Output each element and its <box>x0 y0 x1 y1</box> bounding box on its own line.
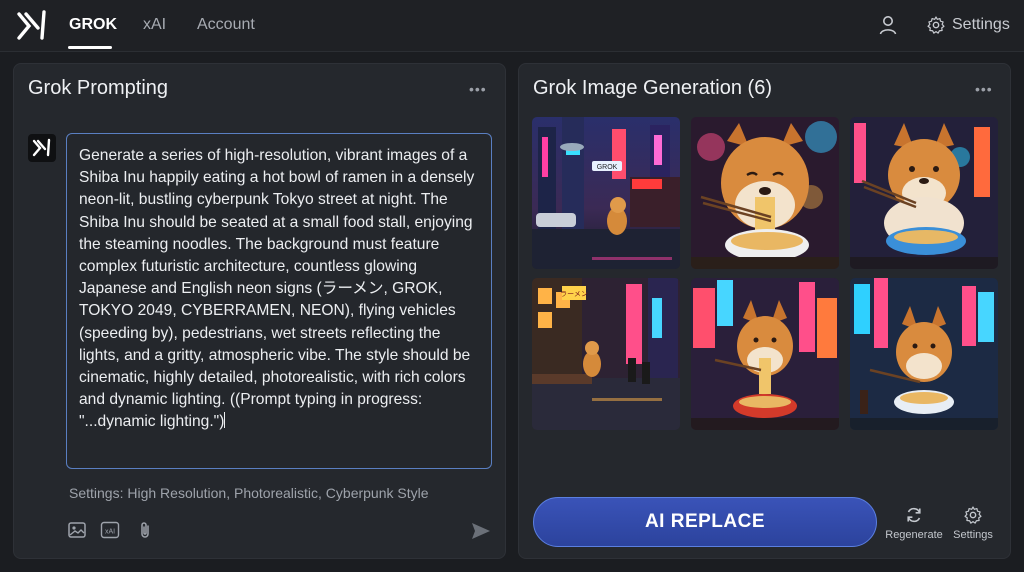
avatar <box>28 134 56 162</box>
panel-title: Grok Prompting <box>28 77 169 99</box>
active-tab-indicator <box>68 46 112 49</box>
more-options-icon[interactable]: ••• <box>469 82 487 96</box>
user-icon[interactable] <box>876 13 900 37</box>
tab-xai[interactable]: xAI <box>143 16 166 34</box>
top-bar: GROK xAI Account Settings <box>0 0 1024 52</box>
gear-icon <box>964 506 982 524</box>
shiba-blue-bowl-image <box>850 117 998 269</box>
svg-text:GROK: GROK <box>597 164 618 171</box>
send-icon[interactable] <box>470 520 492 542</box>
image-icon[interactable] <box>67 520 87 540</box>
shiba-ramen-closeup-image <box>691 117 839 269</box>
generated-image[interactable]: ラーメン <box>532 278 680 430</box>
panel-title: Grok Image Generation (6) <box>533 77 772 99</box>
settings-summary: Settings: High Resolution, Photorealisti… <box>69 485 429 501</box>
shiba-street-stall-image: GROK <box>532 117 680 269</box>
shiba-red-bowl-image <box>691 278 839 430</box>
regenerate-button[interactable]: Regenerate <box>883 505 945 541</box>
prompt-text: Generate a series of high-resolution, vi… <box>79 147 479 431</box>
svg-text:ラーメン: ラーメン <box>560 290 588 298</box>
generated-image[interactable] <box>691 117 839 269</box>
refresh-icon <box>907 507 921 523</box>
tab-grok[interactable]: GROK <box>69 16 117 34</box>
regenerate-label: Regenerate <box>885 529 943 541</box>
svg-text:xAI: xAI <box>105 529 115 536</box>
settings-button[interactable]: Settings <box>926 13 1010 37</box>
prompt-input[interactable]: Generate a series of high-resolution, vi… <box>66 133 492 469</box>
generated-image[interactable]: GROK <box>532 117 680 269</box>
paperclip-icon[interactable] <box>135 520 155 540</box>
settings-label: Settings <box>952 16 1010 33</box>
xai-logo-icon[interactable] <box>16 10 48 40</box>
ai-replace-button[interactable]: AI REPLACE <box>533 497 877 547</box>
shiba-blue-street-image <box>850 278 998 430</box>
gear-icon <box>927 16 945 34</box>
generated-image[interactable] <box>850 117 998 269</box>
xai-icon[interactable]: xAI <box>100 520 120 540</box>
generated-image[interactable] <box>850 278 998 430</box>
image-settings-button[interactable]: Settings <box>949 505 997 541</box>
settings-label: Settings <box>953 529 993 541</box>
generated-image[interactable] <box>691 278 839 430</box>
tab-account[interactable]: Account <box>197 16 255 34</box>
shiba-alley-stall-image: ラーメン <box>532 278 680 430</box>
xai-avatar-icon <box>32 138 51 157</box>
text-caret <box>224 412 226 429</box>
more-options-icon[interactable]: ••• <box>975 82 993 96</box>
prompting-panel: Grok Prompting ••• Generate a series of … <box>13 63 506 559</box>
image-generation-panel: Grok Image Generation (6) ••• GROK ラーメン … <box>518 63 1011 559</box>
